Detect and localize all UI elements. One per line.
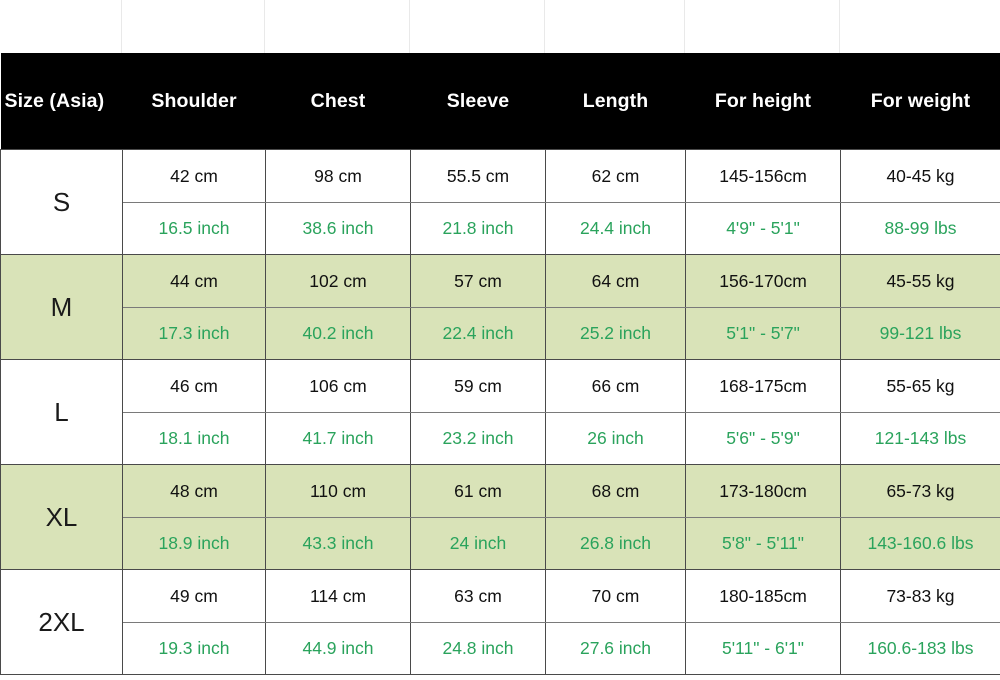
imperial-value: 43.3 inch [265,517,411,570]
metric-value: 44 cm [122,254,266,308]
imperial-value: 25.2 inch [545,307,686,360]
strip-cell [410,0,545,53]
metric-value: 156-170cm [685,254,841,308]
metric-value: 110 cm [265,464,411,518]
table-row: 18.9 inch 43.3 inch 24 inch 26.8 inch 5'8" -… [1,517,1000,570]
imperial-value: 88-99 lbs [840,202,1000,255]
table-header: Size (Asia) Shoulder Chest Sleeve Length… [0,53,1000,150]
imperial-value: 5'1" - 5'7" [685,307,841,360]
imperial-value: 143-160.6 lbs [840,517,1000,570]
imperial-value: 24.8 inch [410,622,546,675]
imperial-value: 17.3 inch [122,307,266,360]
table-row: 2XL 49 cm 114 cm 63 cm 70 cm 180-185cm 73-83 k… [0,569,1000,675]
metric-value: 59 cm [410,359,546,413]
imperial-value: 26.8 inch [545,517,686,570]
table-row: 17.3 inch 40.2 inch 22.4 inch 25.2 inch 5'1"… [1,307,1000,360]
imperial-value: 16.5 inch [122,202,266,255]
imperial-value: 18.9 inch [122,517,266,570]
imperial-value: 19.3 inch [122,622,266,675]
metric-value: 70 cm [545,569,686,623]
metric-value: 63 cm [410,569,546,623]
metric-value: 68 cm [545,464,686,518]
column-header-size: Size (Asia) [0,53,123,150]
metric-value: 64 cm [545,254,686,308]
size-measurement-table: Size (Asia) Shoulder Chest Sleeve Length… [0,53,1000,675]
imperial-value: 23.2 inch [410,412,546,465]
metric-value: 73-83 kg [840,569,1000,623]
metric-value: 55-65 kg [840,359,1000,413]
metric-value: 173-180cm [685,464,841,518]
imperial-value: 27.6 inch [545,622,686,675]
strip-cell [0,0,122,53]
header-row: Size (Asia) Shoulder Chest Sleeve Length… [0,53,1000,150]
imperial-value: 24 inch [410,517,546,570]
imperial-value: 99-121 lbs [840,307,1000,360]
metric-value: 106 cm [265,359,411,413]
strip-cell [265,0,410,53]
column-header-for-height: For height [685,53,841,150]
table-row: S 42 cm 98 cm 55.5 cm 62 cm 145-156cm 40-45 kg [0,149,1000,255]
imperial-value: 5'8" - 5'11" [685,517,841,570]
strip-cell [122,0,265,53]
strip-cell [685,0,840,53]
imperial-value: 41.7 inch [265,412,411,465]
table-body: S 42 cm 98 cm 55.5 cm 62 cm 145-156cm 40-45 kg… [0,149,1000,675]
imperial-value: 24.4 inch [545,202,686,255]
imperial-value: 5'11" - 6'1" [685,622,841,675]
metric-value: 145-156cm [685,149,841,203]
column-header-shoulder: Shoulder [122,53,266,150]
column-header-chest: Chest [265,53,411,150]
imperial-value: 160.6-183 lbs [840,622,1000,675]
top-spacer-strip [0,0,1000,53]
metric-value: 98 cm [265,149,411,203]
metric-value: 49 cm [122,569,266,623]
column-header-for-weight: For weight [840,53,1000,150]
size-label: XL [0,464,123,570]
table-row: L 46 cm 106 cm 59 cm 66 cm 168-175cm 55-65 kg [0,359,1000,465]
imperial-value: 38.6 inch [265,202,411,255]
metric-value: 66 cm [545,359,686,413]
size-chart: Size (Asia) Shoulder Chest Sleeve Length… [0,0,1000,680]
metric-value: 61 cm [410,464,546,518]
metric-value: 42 cm [122,149,266,203]
metric-value: 40-45 kg [840,149,1000,203]
table-row: XL 48 cm 110 cm 61 cm 68 cm 173-180cm 65-73 kg [0,464,1000,570]
size-label: S [0,149,123,255]
metric-value: 55.5 cm [410,149,546,203]
imperial-value: 40.2 inch [265,307,411,360]
metric-value: 48 cm [122,464,266,518]
imperial-value: 22.4 inch [410,307,546,360]
imperial-value: 21.8 inch [410,202,546,255]
column-header-sleeve: Sleeve [410,53,546,150]
strip-cell [840,0,1000,53]
metric-value: 46 cm [122,359,266,413]
size-label: L [0,359,123,465]
table-row: 16.5 inch 38.6 inch 21.8 inch 24.4 inch 4'9"… [1,202,1000,255]
metric-value: 102 cm [265,254,411,308]
strip-cell [545,0,685,53]
size-label: 2XL [0,569,123,675]
imperial-value: 4'9" - 5'1" [685,202,841,255]
size-label: M [0,254,123,360]
metric-value: 65-73 kg [840,464,1000,518]
table-row: 19.3 inch 44.9 inch 24.8 inch 27.6 inch 5'11… [1,622,1000,675]
imperial-value: 44.9 inch [265,622,411,675]
imperial-value: 121-143 lbs [840,412,1000,465]
metric-value: 62 cm [545,149,686,203]
metric-value: 57 cm [410,254,546,308]
table-row: 18.1 inch 41.7 inch 23.2 inch 26 inch 5'6" -… [1,412,1000,465]
metric-value: 45-55 kg [840,254,1000,308]
metric-value: 168-175cm [685,359,841,413]
imperial-value: 26 inch [545,412,686,465]
table-row: M 44 cm 102 cm 57 cm 64 cm 156-170cm 45-55 kg [0,254,1000,360]
imperial-value: 5'6" - 5'9" [685,412,841,465]
imperial-value: 18.1 inch [122,412,266,465]
metric-value: 114 cm [265,569,411,623]
metric-value: 180-185cm [685,569,841,623]
column-header-length: Length [545,53,686,150]
